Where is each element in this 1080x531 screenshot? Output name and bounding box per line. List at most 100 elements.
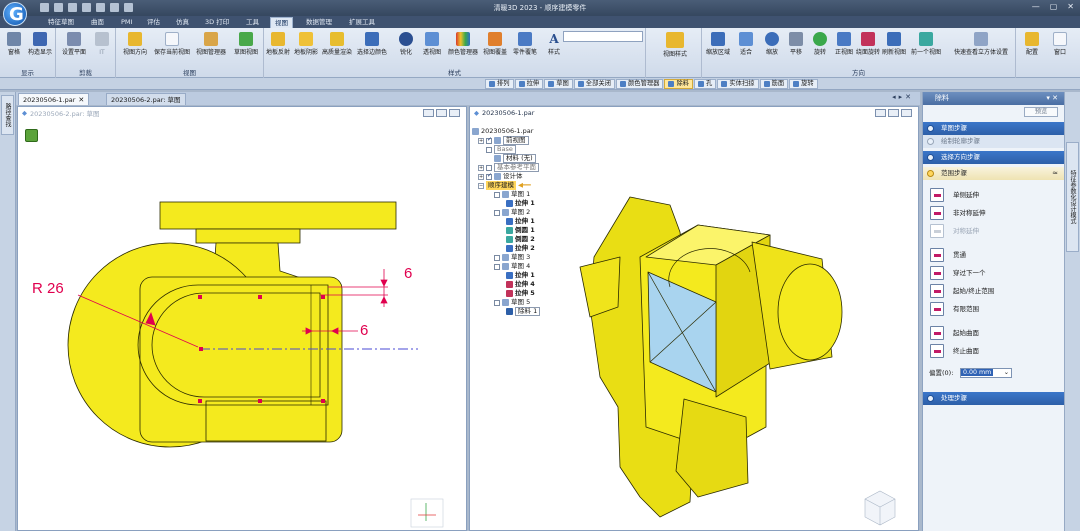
tree-item-material[interactable]: 材料 (无) xyxy=(472,154,592,163)
expand-icon[interactable]: + xyxy=(478,137,484,144)
offset-dimension-2[interactable]: 6 xyxy=(360,322,368,339)
tree-item-ordered[interactable]: − 顺序建模 ◀━━ xyxy=(472,181,592,190)
visibility-checkbox[interactable] xyxy=(486,146,492,153)
option-through-all[interactable]: 贯通 xyxy=(923,246,1064,264)
floor-reflection-button[interactable]: 地板反射 xyxy=(264,32,292,56)
step-treatment[interactable]: 处理步骤 xyxy=(923,392,1064,405)
offset-dimension-1[interactable]: 6 xyxy=(404,265,412,282)
tab-view[interactable]: 视图 xyxy=(270,17,293,28)
doc-tab-2[interactable]: 20230506-2.par: 草图 xyxy=(106,93,186,105)
tree-item[interactable]: 草图 4 xyxy=(472,262,592,271)
view-override-button[interactable]: 视图覆盖 xyxy=(480,32,510,56)
feature-extrude-button[interactable]: 拉伸 xyxy=(514,79,544,89)
step-direction[interactable]: 选择方向步骤 xyxy=(923,151,1064,164)
option-finite[interactable]: 有限范围 xyxy=(923,300,1064,318)
app-logo[interactable]: G xyxy=(3,2,27,26)
tree-item[interactable]: 拉伸 2 xyxy=(472,244,592,253)
save-view-button[interactable]: 保存当前视图 xyxy=(152,32,192,56)
doc-tab-1[interactable]: 20230506-1.par ✕ xyxy=(18,93,90,106)
step-draw-profile[interactable]: 绘制轮廓步骤 xyxy=(923,135,1064,148)
option-from-to[interactable]: 起始/终止范围 xyxy=(923,282,1064,300)
expand-icon[interactable]: + xyxy=(478,173,484,180)
view-cube-settings-button[interactable]: 快速查看立方体设置 xyxy=(948,32,1014,56)
edge-color-button[interactable]: 选择边颜色 xyxy=(355,32,389,56)
tree-item[interactable]: 草图 1 xyxy=(472,190,592,199)
construction-display-button[interactable]: 构造显示 xyxy=(26,32,54,56)
tree-item-front-view[interactable]: +前视图 xyxy=(472,135,592,145)
preview-button[interactable]: 预览 xyxy=(1024,107,1058,117)
tab-3d-print[interactable]: 3D 打印 xyxy=(201,17,233,28)
refresh-view-button[interactable]: 刷新视图 xyxy=(880,32,908,56)
part-override-button[interactable]: 零件覆笔 xyxy=(510,32,540,56)
tree-item[interactable]: 拉伸 1 xyxy=(472,217,592,226)
pane-button[interactable]: 窗格 xyxy=(0,32,28,56)
feature-revolve-button[interactable]: 旋转 xyxy=(789,79,818,89)
tab-inspect[interactable]: 评估 xyxy=(143,17,164,28)
floor-shadow-button[interactable]: 地板阴影 xyxy=(292,32,320,56)
maximize-icon[interactable]: ▢ xyxy=(1050,2,1058,11)
feature-sketch-button[interactable]: 草图 xyxy=(544,79,573,89)
tree-item[interactable]: 拉伸 1 xyxy=(472,199,592,208)
previous-view-button[interactable]: 前一个视图 xyxy=(908,32,944,56)
path-finder-tab[interactable]: 路径查找 xyxy=(1,95,14,135)
hq-render-button[interactable]: 高质量渲染 xyxy=(320,32,354,56)
sharpen-button[interactable]: 锐化 xyxy=(392,32,420,56)
step-sketch[interactable]: 草图步骤 xyxy=(923,122,1064,135)
feature-hole-button[interactable]: 孔 xyxy=(694,79,717,89)
option-symmetric[interactable]: 对称延伸 xyxy=(923,222,1064,240)
feature-sweep-button[interactable]: 实体扫掠 xyxy=(717,79,759,89)
tab-pmi[interactable]: PMI xyxy=(117,17,136,28)
config-button[interactable]: 配置 xyxy=(1018,32,1046,56)
tab-sketch[interactable]: 特征草图 xyxy=(44,17,78,28)
view-style-button[interactable]: 视图样式 xyxy=(658,32,692,58)
visibility-checkbox[interactable] xyxy=(494,254,500,261)
visibility-checkbox[interactable] xyxy=(494,263,500,270)
fit-button[interactable]: 适合 xyxy=(732,32,760,56)
option-end-surface[interactable]: 终止曲面 xyxy=(923,342,1064,360)
tab-tools[interactable]: 工具 xyxy=(242,17,263,28)
feature-cut-button[interactable]: 除料 xyxy=(664,79,694,89)
tab-simulation[interactable]: 仿真 xyxy=(172,17,193,28)
minimize-icon[interactable]: — xyxy=(1032,2,1040,11)
option-one-side[interactable]: 单侧延伸 xyxy=(923,186,1064,204)
color-manager-button[interactable]: 颜色管理器 xyxy=(446,32,480,56)
tree-item-base[interactable]: Base xyxy=(472,145,592,154)
zoom-area-button[interactable]: 缩放区域 xyxy=(704,32,732,56)
clip-button[interactable]: IT xyxy=(88,32,116,56)
set-plane-button[interactable]: 设置平面 xyxy=(60,32,88,56)
collapse-icon[interactable]: ≈ xyxy=(1052,167,1058,180)
tree-item[interactable]: 草图 5 xyxy=(472,298,592,307)
view-orientation-button[interactable]: 视图方向 xyxy=(118,32,152,56)
face-rotate-button[interactable]: 绕面旋转 xyxy=(854,32,882,56)
perspective-button[interactable]: 透视图 xyxy=(418,32,446,56)
visibility-checkbox[interactable] xyxy=(494,209,500,216)
radius-dimension[interactable]: R 26 xyxy=(32,280,64,297)
font-dropdown[interactable] xyxy=(563,31,643,42)
close-icon[interactable]: ✕ xyxy=(1067,2,1074,11)
tree-item[interactable]: 拉伸 1 xyxy=(472,271,592,280)
visibility-checkbox[interactable] xyxy=(494,299,500,306)
tree-item[interactable]: 倒圆 2 xyxy=(472,235,592,244)
feature-rib-button[interactable]: 筋面 xyxy=(759,79,789,89)
tab-surface[interactable]: 曲面 xyxy=(87,17,108,28)
tab-extensions[interactable]: 扩展工具 xyxy=(345,17,379,28)
step-extent[interactable]: 范围步骤 ≈ xyxy=(923,167,1064,180)
parametric-design-tab[interactable]: 特征参数化设计模式 xyxy=(1066,142,1079,252)
visibility-checkbox[interactable] xyxy=(494,191,500,198)
view-manager-button[interactable]: 视图管理器 xyxy=(193,32,229,56)
option-through-next[interactable]: 穿过下一个 xyxy=(923,264,1064,282)
option-start-surface[interactable]: 起始曲面 xyxy=(923,324,1064,342)
close-icon[interactable]: ✕ xyxy=(78,94,84,106)
tree-item-current[interactable]: 除料 1 xyxy=(472,307,592,316)
option-asymmetric[interactable]: 非对称延伸 xyxy=(923,204,1064,222)
visibility-checkbox[interactable] xyxy=(486,135,492,144)
tree-item[interactable]: 拉伸 4 xyxy=(472,280,592,289)
sketch-view-button[interactable]: 草图视图 xyxy=(229,32,263,56)
collapse-icon[interactable]: − xyxy=(478,182,484,189)
doc-controls[interactable]: ◂▸✕ xyxy=(892,93,914,101)
tree-item[interactable]: 草图 2 xyxy=(472,208,592,217)
sketch-view-window[interactable]: ◆ 20230506-2.par: 草图 R 26 6 6 xyxy=(17,106,467,531)
feature-close-all-button[interactable]: 全部关闭 xyxy=(573,79,615,89)
feature-color-manager-button[interactable]: 颜色管理器 xyxy=(615,79,664,89)
chevron-down-icon[interactable]: ⌄ xyxy=(1004,369,1009,377)
